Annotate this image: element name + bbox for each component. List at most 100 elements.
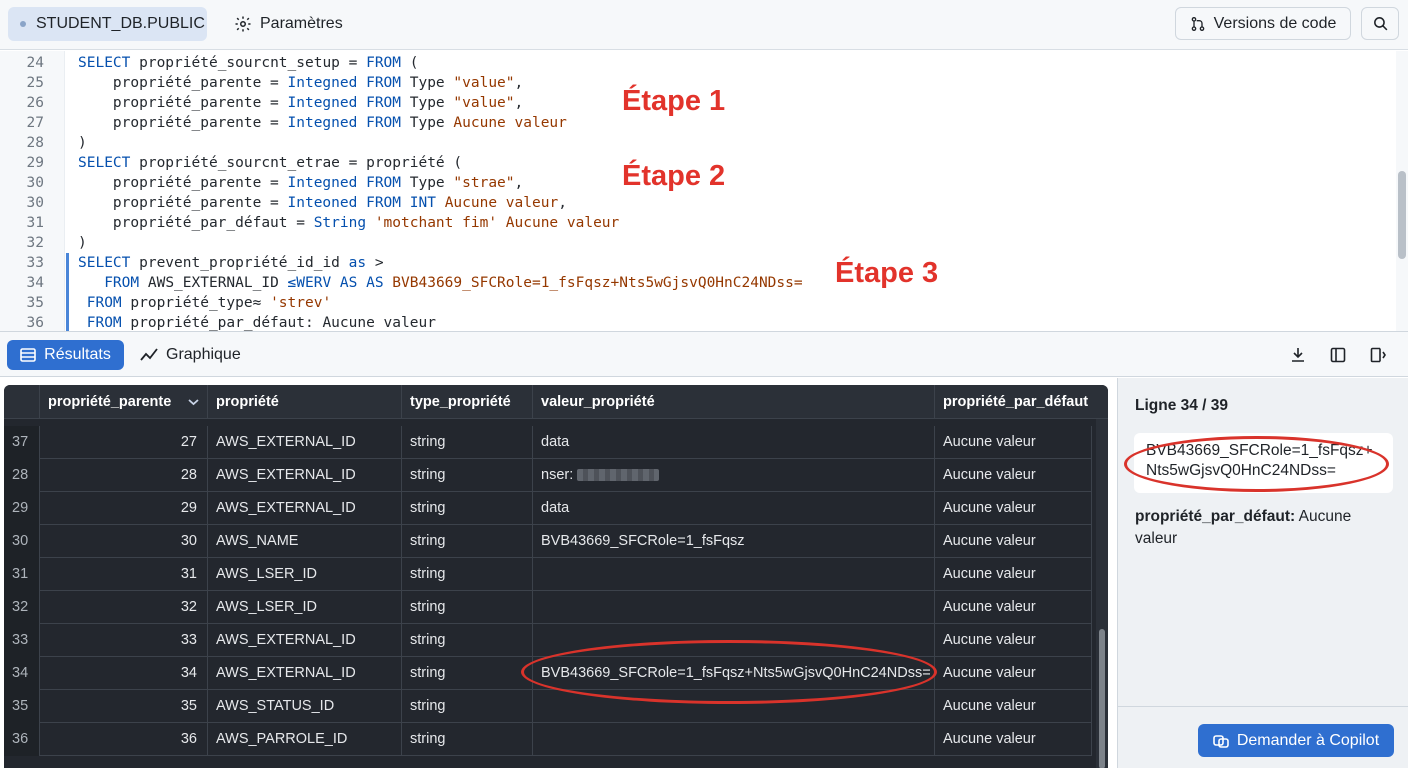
table-cell[interactable]: Aucune valeur [935, 558, 1092, 591]
database-tab[interactable]: STUDENT_DB.PUBLIC [8, 7, 207, 41]
table-cell[interactable]: 33 [40, 624, 208, 657]
grid-header-cell[interactable]: type_propriété [402, 385, 533, 419]
editor-scrollbar[interactable] [1396, 51, 1408, 331]
grid-header-cell[interactable]: valeur_propriété [533, 385, 935, 419]
table-cell[interactable]: nser: [533, 459, 935, 492]
columns-button[interactable] [1328, 345, 1348, 365]
table-cell[interactable]: 27 [40, 426, 208, 459]
cell-text: 30 [12, 533, 29, 549]
table-cell[interactable]: AWS_EXTERNAL_ID [208, 624, 402, 657]
download-button[interactable] [1288, 345, 1308, 365]
table-cell[interactable]: AWS_NAME [208, 525, 402, 558]
sql-editor[interactable]: 24 SELECT propriété_sourcnt_setup = FROM … [0, 51, 1408, 331]
table-cell[interactable]: string [402, 723, 533, 756]
table-cell[interactable]: 29 [40, 492, 208, 525]
table-cell[interactable]: AWS_EXTERNAL_ID [208, 459, 402, 492]
cell-text: string [410, 599, 446, 615]
table-cell[interactable]: AWS_EXTERNAL_ID [208, 426, 402, 459]
table-cell[interactable]: data [533, 492, 935, 525]
table-cell[interactable]: 28 [40, 459, 208, 492]
table-cell[interactable]: string [402, 591, 533, 624]
tab-chart[interactable]: Graphique [140, 340, 241, 370]
table-cell[interactable]: string [402, 657, 533, 690]
table-row[interactable]: 30 30 AWS_NAME string BVB43669_SFCRole=1_fsF… [4, 525, 1092, 558]
table-cell[interactable]: Aucune valeur [935, 690, 1092, 723]
tab-results[interactable]: Résultats [7, 340, 124, 370]
table-cell[interactable]: 36 [40, 723, 208, 756]
table-row[interactable]: 32 32 AWS_LSER_ID string Aucune valeur [4, 591, 1092, 624]
table-cell[interactable]: AWS_STATUS_ID [208, 690, 402, 723]
active-line-marker [66, 253, 69, 273]
status-dot [20, 21, 26, 27]
table-cell[interactable]: Aucune valeur [935, 723, 1092, 756]
table-cell[interactable]: Aucune valeur [935, 624, 1092, 657]
table-row[interactable]: 37 27 AWS_EXTERNAL_ID string data Aucune vale… [4, 426, 1092, 459]
table-cell[interactable]: string [402, 459, 533, 492]
cell-text: Aucune valeur [943, 467, 1036, 483]
database-tab-label: STUDENT_DB.PUBLIC [36, 15, 205, 32]
table-row[interactable]: 36 36 AWS_PARROLE_ID string Aucune valeur [4, 723, 1092, 756]
table-cell[interactable]: Aucune valeur [935, 426, 1092, 459]
row-index-cell: 28 [4, 459, 40, 492]
ask-copilot-button[interactable]: Demander à Copilot [1198, 724, 1394, 757]
table-cell[interactable]: string [402, 558, 533, 591]
table-cell[interactable] [533, 591, 935, 624]
table-cell[interactable] [533, 690, 935, 723]
table-cell[interactable]: Aucune valeur [935, 459, 1092, 492]
row-detail-panel: Ligne 34 / 39 BVB43669_SFCRole=1_fsFqsz+… [1117, 378, 1408, 768]
column-label: propriété [216, 394, 279, 410]
table-cell[interactable]: 31 [40, 558, 208, 591]
row-index-cell: 30 [4, 525, 40, 558]
table-cell[interactable]: AWS_LSER_ID [208, 558, 402, 591]
editor-scrollbar-thumb[interactable] [1398, 171, 1406, 259]
table-cell[interactable]: string [402, 525, 533, 558]
line-number: 25 [26, 75, 44, 91]
search-button[interactable] [1361, 7, 1399, 40]
grid-header-cell[interactable]: propriété [208, 385, 402, 419]
table-cell[interactable]: 35 [40, 690, 208, 723]
line-number: 31 [26, 215, 44, 231]
table-cell[interactable]: 34 [40, 657, 208, 690]
table-cell[interactable]: BVB43669_SFCRole=1_fsFqsz [533, 525, 935, 558]
table-row[interactable]: 33 33 AWS_EXTERNAL_ID string Aucune valeur [4, 624, 1092, 657]
settings-tab[interactable]: Paramètres [234, 7, 343, 41]
table-cell[interactable]: 32 [40, 591, 208, 624]
table-cell[interactable]: string [402, 426, 533, 459]
table-cell[interactable]: AWS_EXTERNAL_ID [208, 657, 402, 690]
grid-scrollbar[interactable] [1096, 419, 1108, 768]
table-cell[interactable] [533, 558, 935, 591]
code-line: 32) [0, 233, 1395, 253]
table-row[interactable]: 35 35 AWS_STATUS_ID string Aucune valeur [4, 690, 1092, 723]
table-row[interactable]: 31 31 AWS_LSER_ID string Aucune valeur [4, 558, 1092, 591]
table-row[interactable]: 29 29 AWS_EXTERNAL_ID string data Aucune vale… [4, 492, 1092, 525]
sort-down-icon[interactable] [188, 397, 199, 407]
table-cell[interactable]: Aucune valeur [935, 657, 1092, 690]
table-cell[interactable]: AWS_PARROLE_ID [208, 723, 402, 756]
table-cell[interactable] [533, 624, 935, 657]
table-cell[interactable]: Aucune valeur [935, 525, 1092, 558]
table-cell[interactable]: data [533, 426, 935, 459]
table-cell[interactable]: string [402, 690, 533, 723]
cell-text: 33 [180, 632, 197, 648]
table-cell[interactable]: string [402, 624, 533, 657]
table-cell[interactable] [533, 723, 935, 756]
table-cell[interactable]: AWS_LSER_ID [208, 591, 402, 624]
table-row[interactable]: 34 34 AWS_EXTERNAL_ID string BVB43669_SFCRol… [4, 657, 1092, 690]
cell-text: 36 [180, 731, 197, 747]
table-row[interactable]: 28 28 AWS_EXTERNAL_ID string nser: Aucune val… [4, 459, 1092, 492]
grid-header-cell[interactable]: propriété_parente [40, 385, 208, 419]
grid-scrollbar-thumb[interactable] [1099, 629, 1105, 768]
sidebar-toggle-button[interactable] [1368, 345, 1388, 365]
table-cell[interactable]: Aucune valeur [935, 591, 1092, 624]
grid-header-cell[interactable]: propriété_par_défaut [935, 385, 1108, 419]
table-cell[interactable]: string [402, 492, 533, 525]
code-text: ) [78, 135, 87, 151]
table-cell[interactable]: Aucune valeur [935, 492, 1092, 525]
table-cell[interactable]: AWS_EXTERNAL_ID [208, 492, 402, 525]
code-versions-button[interactable]: Versions de code [1175, 7, 1351, 40]
table-cell[interactable]: BVB43669_SFCRole=1_fsFqsz+Nts5wGjsvQ0HnC… [533, 657, 935, 690]
row-value-box[interactable]: BVB43669_SFCRole=1_fsFqsz+Nts5wGjsvQ0HnC… [1134, 433, 1393, 493]
table-cell[interactable]: 30 [40, 525, 208, 558]
row-position-title: Ligne 34 / 39 [1135, 397, 1229, 414]
results-toolbar: Résultats Graphique [0, 331, 1408, 377]
